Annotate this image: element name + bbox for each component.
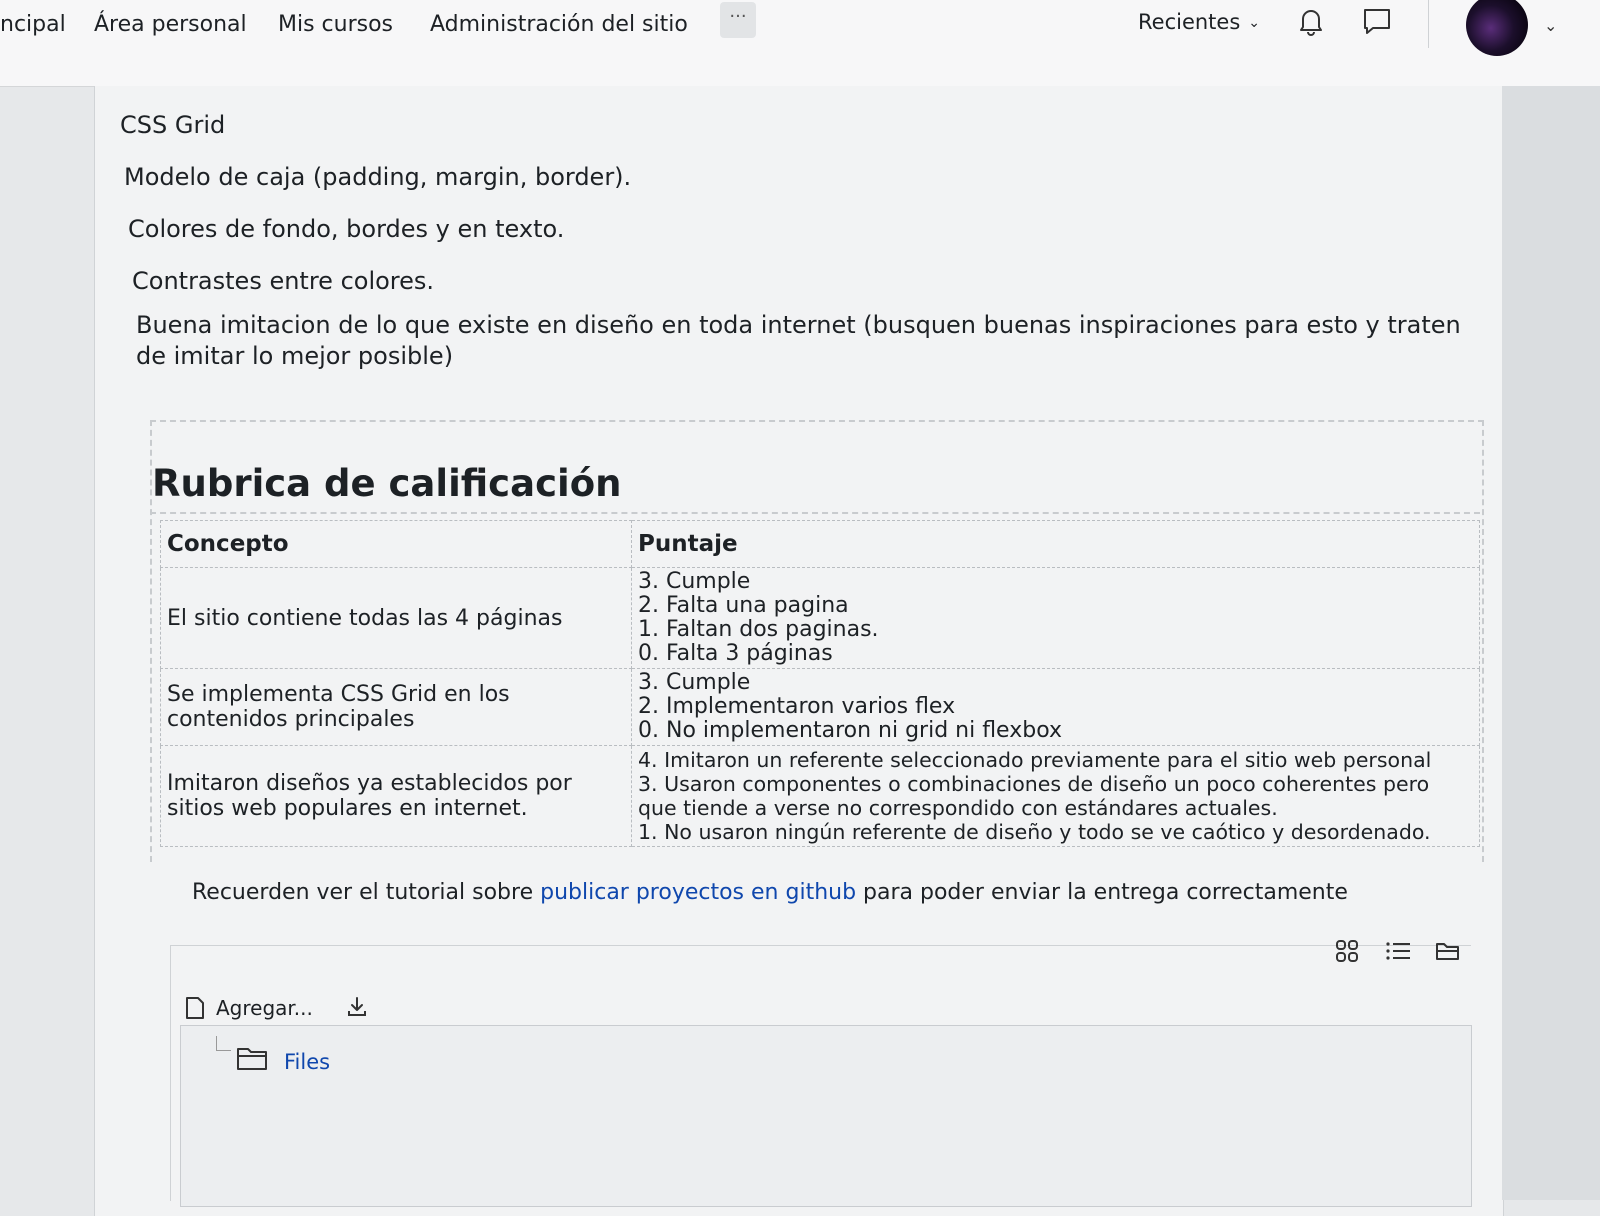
table-row: El sitio contiene todas las 4 páginas 3.… [160,567,1480,669]
note-text: Recuerden ver el tutorial sobre [192,880,541,905]
table-row: Se implementa CSS Grid en los contenidos… [160,668,1480,746]
nav-link-site-admin[interactable]: Administración del sitio [430,12,688,37]
user-menu-chevron-icon[interactable]: ⌄ [1544,16,1557,35]
note-text: para poder enviar la entrega correctamen… [856,880,1348,905]
chevron-down-icon: ⌄ [1248,15,1261,31]
table-header-row: Concepto Puntaje [160,520,1480,568]
nav-link-home[interactable]: ncipal [0,12,66,37]
chat-icon[interactable] [1360,4,1394,38]
score-option: 4. Imitaron un referente seleccionado pr… [638,748,1432,772]
tree-connector [216,1036,231,1051]
score-option: 2. Implementaron varios flex [638,694,956,719]
avatar[interactable] [1466,0,1528,56]
rubric-scores: 3. Cumple 2. Implementaron varios flex 0… [631,668,1480,746]
navbar-divider [1428,0,1429,48]
rubric-concept: Imitaron diseños ya establecidos por sit… [160,745,632,847]
requirement-colors: Colores de fondo, bordes y en texto. [128,215,565,243]
requirement-contrasts: Contrastes entre colores. [132,267,435,295]
folder-view-icon[interactable] [1434,938,1462,968]
rubric-title: Rubrica de calificación [152,462,622,505]
page-gutter [1502,86,1600,1200]
score-option: 2. Falta una pagina [638,593,849,618]
table-row: Imitaron diseños ya establecidos por sit… [160,745,1480,847]
requirement-css-grid: CSS Grid [120,111,226,139]
nav-more-button[interactable]: ··· [720,2,756,38]
tutorial-note: Recuerden ver el tutorial sobre publicar… [192,880,1348,905]
score-option: 1. Faltan dos paginas. [638,617,879,642]
top-navbar: ncipal Área personal Mis cursos Administ… [0,0,1600,87]
recent-label: Recientes [1138,10,1241,34]
column-header-score: Puntaje [631,520,1480,568]
score-option: 0. Falta 3 páginas [638,641,833,666]
rubric-divider [150,512,1480,514]
add-file-label: Agregar... [216,996,313,1020]
rubric-scores: 4. Imitaron un referente seleccionado pr… [631,745,1480,847]
rubric-scores: 3. Cumple 2. Falta una pagina 1. Faltan … [631,567,1480,669]
file-icon [184,996,206,1025]
nav-link-personal-area[interactable]: Área personal [94,12,247,37]
rubric-concept: Se implementa CSS Grid en los contenidos… [160,668,632,746]
requirement-design-imitation: Buena imitacion de lo que existe en dise… [136,311,1461,371]
score-option: 3. Cumple [638,670,751,695]
file-tree [180,1025,1472,1207]
column-header-concept: Concepto [160,520,632,568]
github-tutorial-link[interactable]: publicar proyectos en github [540,880,856,905]
score-option: 1. No usaron ningún referente de diseño … [638,820,1431,844]
recent-dropdown[interactable]: Recientes ⌄ [1138,10,1260,34]
rubric-concept: El sitio contiene todas las 4 páginas [160,567,632,669]
nav-link-my-courses[interactable]: Mis cursos [278,12,393,37]
grid-view-icon[interactable] [1334,938,1360,968]
folder-icon[interactable] [236,1044,270,1076]
list-view-icon[interactable] [1384,938,1412,968]
download-icon[interactable] [345,995,369,1024]
score-option: 3. Cumple [638,569,751,594]
rubric-table: Concepto Puntaje El sitio contiene todas… [160,520,1480,847]
score-option: 0. No implementaron ni grid ni flexbox [638,718,1062,743]
bell-icon[interactable] [1294,4,1328,38]
add-file-button[interactable]: Agregar... [184,995,369,1025]
requirement-box-model: Modelo de caja (padding, margin, border)… [124,163,632,191]
score-option: 3. Usaron componentes o combinaciones de… [638,772,1430,820]
folder-files-link[interactable]: Files [284,1050,330,1074]
